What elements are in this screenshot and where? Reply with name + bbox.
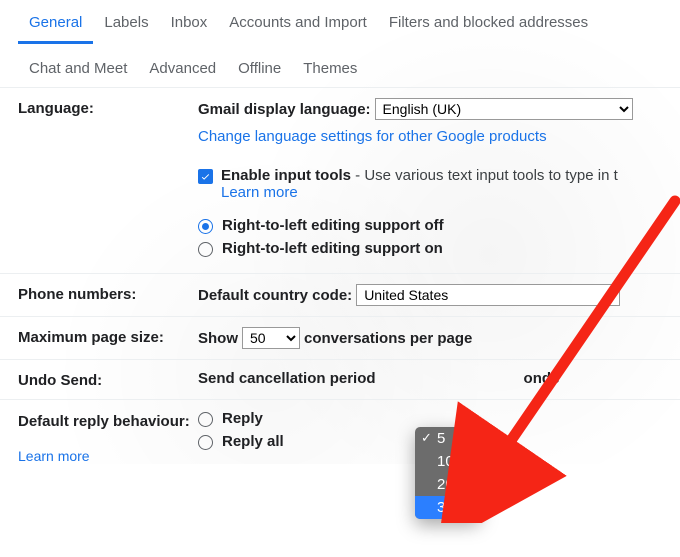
tab-accounts-import[interactable]: Accounts and Import	[218, 6, 378, 44]
tab-chat-meet[interactable]: Chat and Meet	[18, 52, 138, 87]
undo-option-5[interactable]: 5	[415, 427, 480, 450]
tab-themes[interactable]: Themes	[292, 52, 368, 87]
rtl-off-label: Right-to-left editing support off	[222, 217, 444, 234]
page-size-select[interactable]: 50	[242, 327, 300, 349]
enable-input-tools-checkbox[interactable]	[198, 169, 213, 184]
max-page-size-label: Maximum page size:	[18, 327, 198, 346]
row-phone-numbers: Phone numbers: Default country code: Uni…	[0, 273, 680, 316]
enable-input-tools-desc: - Use various text input tools to type i…	[351, 167, 618, 184]
reply-all-label: Reply all	[222, 433, 284, 450]
rtl-on-radio[interactable]	[198, 242, 213, 257]
tab-filters-blocked[interactable]: Filters and blocked addresses	[378, 6, 599, 44]
check-icon	[200, 171, 211, 182]
pagesize-prefix: Show	[198, 330, 238, 347]
reply-learn-more-link[interactable]: Learn more	[18, 448, 90, 464]
undo-prefix: Send cancellation period	[198, 370, 376, 387]
row-language: Language: Gmail display language: Englis…	[0, 88, 680, 273]
rtl-on-label: Right-to-left editing support on	[222, 240, 443, 257]
tab-general[interactable]: General	[18, 6, 93, 44]
settings-tabs-row1: General Labels Inbox Accounts and Import…	[0, 0, 680, 44]
phone-numbers-label: Phone numbers:	[18, 284, 198, 303]
tab-offline[interactable]: Offline	[227, 52, 292, 87]
undo-suffix: onds	[524, 370, 560, 387]
undo-option-30[interactable]: 30	[415, 496, 480, 519]
default-reply-label: Default reply behaviour:	[18, 413, 190, 430]
row-undo-send: Undo Send: Send cancellation period onds	[0, 359, 680, 399]
row-max-page-size: Maximum page size: Show 50 conversations…	[0, 316, 680, 359]
change-language-link[interactable]: Change language settings for other Googl…	[198, 128, 547, 145]
undo-send-label: Undo Send:	[18, 370, 198, 389]
pagesize-suffix: conversations per page	[304, 330, 472, 347]
tab-advanced[interactable]: Advanced	[138, 52, 227, 87]
display-language-select[interactable]: English (UK)	[375, 98, 633, 120]
display-language-label: Gmail display language:	[198, 101, 371, 118]
reply-radio[interactable]	[198, 412, 213, 427]
undo-option-20[interactable]: 20	[415, 473, 480, 496]
reply-label: Reply	[222, 410, 263, 427]
input-tools-learn-more-link[interactable]: Learn more	[221, 184, 298, 201]
reply-all-radio[interactable]	[198, 435, 213, 450]
country-code-select[interactable]: United States	[356, 284, 620, 306]
undo-send-dropdown[interactable]: 5 10 20 30	[415, 427, 480, 519]
tab-labels[interactable]: Labels	[93, 6, 159, 44]
row-default-reply: Default reply behaviour: Reply Reply all	[0, 399, 680, 452]
tab-inbox[interactable]: Inbox	[160, 6, 219, 44]
enable-input-tools-label: Enable input tools	[221, 167, 351, 184]
country-code-label: Default country code:	[198, 287, 352, 304]
rtl-off-radio[interactable]	[198, 219, 213, 234]
language-label: Language:	[18, 98, 198, 117]
undo-option-10[interactable]: 10	[415, 450, 480, 473]
settings-tabs-row2: Chat and Meet Advanced Offline Themes	[0, 44, 680, 87]
